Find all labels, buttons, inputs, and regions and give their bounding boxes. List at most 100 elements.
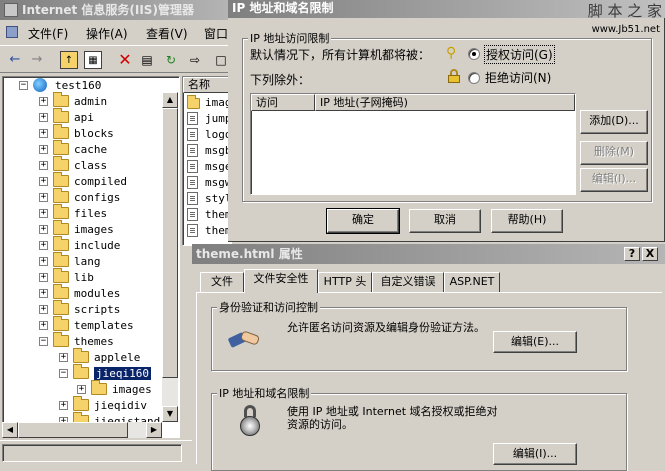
collapse-icon[interactable]: − — [59, 369, 68, 378]
properties-titlebar[interactable]: theme.html 属性 ? X — [192, 244, 665, 264]
collapse-icon[interactable]: − — [39, 337, 48, 346]
tree-item-label: modules — [74, 287, 121, 300]
grant-access-radio[interactable] — [468, 48, 480, 60]
watermark-url: www.Jb51.net — [591, 24, 660, 35]
hscroll-thumb[interactable] — [18, 422, 128, 438]
tab-file[interactable]: 文件 — [200, 272, 244, 292]
tree-horizontal-scrollbar[interactable]: ◀ ▶ — [2, 422, 162, 438]
tab-aspnet[interactable]: ASP.NET — [444, 272, 500, 292]
scroll-thumb[interactable] — [162, 108, 178, 378]
folder-icon — [53, 108, 69, 123]
auth-edit-button[interactable]: 编辑(E)... — [493, 331, 577, 353]
folder-icon — [73, 396, 89, 411]
expand-icon[interactable]: + — [77, 385, 86, 394]
collapse-icon[interactable]: − — [19, 81, 28, 90]
tab-file-security[interactable]: 文件安全性 — [244, 269, 318, 293]
add-button[interactable]: 添加(D)... — [580, 110, 648, 134]
expand-icon[interactable]: + — [39, 305, 48, 314]
scroll-left-icon[interactable]: ◀ — [2, 422, 18, 438]
file-icon — [187, 128, 198, 141]
ok-button[interactable]: 确定 — [326, 208, 400, 234]
edit-button[interactable]: 编辑(I)... — [580, 168, 648, 192]
expand-icon[interactable]: + — [39, 177, 48, 186]
grant-access-label[interactable]: 授权访问(G) — [484, 45, 555, 64]
menu-file[interactable]: 文件(F) — [28, 25, 68, 42]
properties-title: theme.html 属性 — [196, 247, 303, 261]
tree-item-label: class — [74, 159, 108, 172]
padlock-icon — [239, 405, 275, 441]
expand-icon[interactable]: + — [39, 161, 48, 170]
scroll-down-icon[interactable]: ▼ — [162, 406, 178, 422]
ip-restriction-description: 使用 IP 地址或 Internet 域名授权或拒绝对资源的访问。 — [287, 405, 498, 431]
help-button[interactable]: 帮助(H) — [491, 209, 563, 233]
globe-icon — [33, 78, 47, 92]
scroll-up-icon[interactable]: ▲ — [162, 92, 178, 108]
menu-action[interactable]: 操作(A) — [86, 25, 128, 42]
tree-item-label: jieqi160 — [94, 367, 151, 380]
tab-http-headers[interactable]: HTTP 头 — [318, 272, 372, 292]
file-icon — [187, 144, 198, 157]
folder-icon — [73, 364, 89, 379]
ip-dialog-title: IP 地址和域名限制 — [232, 1, 334, 15]
scroll-right-icon[interactable]: ▶ — [146, 422, 162, 438]
forward-arrow-icon[interactable]: → — [28, 51, 46, 69]
expand-icon[interactable]: + — [39, 225, 48, 234]
tree-item-label: jieqidiv — [94, 399, 147, 412]
column-ip-address[interactable]: IP 地址(子网掩码) — [315, 94, 575, 111]
folder-icon — [53, 140, 69, 155]
handshake-icon — [227, 321, 263, 357]
expand-icon[interactable]: + — [39, 321, 48, 330]
expand-icon[interactable]: + — [59, 353, 68, 362]
tree-item-label: lib — [74, 271, 94, 284]
list-header-name[interactable]: 名称 — [183, 77, 231, 93]
cancel-button[interactable]: 取消 — [409, 209, 481, 233]
expand-icon[interactable]: + — [39, 113, 48, 122]
help-title-button[interactable]: ? — [624, 247, 640, 261]
expand-icon[interactable]: + — [39, 193, 48, 202]
folder-icon — [53, 220, 69, 235]
menu-view[interactable]: 查看(V) — [146, 25, 188, 42]
deny-access-label[interactable]: 拒绝访问(N) — [485, 69, 551, 86]
expand-icon[interactable]: + — [39, 145, 48, 154]
up-folder-icon[interactable]: ↑ — [60, 51, 78, 69]
ip-exception-list[interactable]: 访问 IP 地址(子网掩码) — [250, 93, 576, 195]
refresh-icon[interactable]: ↻ — [162, 51, 180, 69]
export-list-icon[interactable]: ⇨ — [186, 51, 204, 69]
file-icon — [187, 192, 198, 205]
menu-window[interactable]: 窗口 — [204, 25, 228, 42]
expand-icon[interactable]: + — [39, 97, 48, 106]
close-title-button[interactable]: X — [642, 247, 658, 261]
column-access[interactable]: 访问 — [251, 94, 315, 111]
file-icon — [187, 112, 198, 125]
show-tree-icon[interactable]: ▦ — [84, 51, 102, 69]
tree-item-label: lang — [74, 255, 101, 268]
ip-edit-button[interactable]: 编辑(I)... — [493, 443, 577, 465]
iis-titlebar[interactable]: Internet 信息服务(IIS)管理器 — [0, 0, 232, 20]
ip-restriction-dialog: IP 地址和域名限制 脚 本 之 家 www.Jb51.net IP 地址访问限… — [228, 0, 665, 242]
folder-icon — [53, 268, 69, 283]
expand-icon[interactable]: + — [39, 273, 48, 282]
remove-button[interactable]: 删除(M) — [580, 141, 648, 165]
file-list-pane[interactable]: 名称 imag jump logo msgb msge msgw styl them them — [182, 76, 232, 246]
expand-icon[interactable]: + — [59, 401, 68, 410]
folder-icon — [53, 316, 69, 331]
tree-pane[interactable]: − test160 + admin + api + blocks + cache + class +… — [2, 76, 180, 438]
back-arrow-icon[interactable]: ← — [6, 51, 24, 69]
folder-icon — [53, 284, 69, 299]
expand-icon[interactable]: + — [39, 241, 48, 250]
folder-icon — [53, 332, 69, 347]
properties-icon[interactable]: ▤ — [138, 51, 156, 69]
except-text: 下列除外： — [250, 73, 311, 87]
delete-icon[interactable]: ✕ — [116, 51, 134, 69]
tree-vertical-scrollbar[interactable]: ▲ ▼ — [162, 92, 178, 422]
file-security-panel: 身份验证和访问控制 允许匿名访问资源及编辑身份验证方法。 编辑(E)... IP… — [196, 292, 662, 471]
deny-access-radio[interactable] — [468, 72, 480, 84]
expand-icon[interactable]: + — [39, 129, 48, 138]
expand-icon[interactable]: + — [39, 257, 48, 266]
tree-item-label: files — [74, 207, 108, 220]
tab-custom-errors[interactable]: 自定义错误 — [372, 272, 444, 292]
folder-icon — [53, 92, 69, 107]
expand-icon[interactable]: + — [39, 209, 48, 218]
expand-icon[interactable]: + — [39, 289, 48, 298]
folder-icon — [53, 172, 69, 187]
